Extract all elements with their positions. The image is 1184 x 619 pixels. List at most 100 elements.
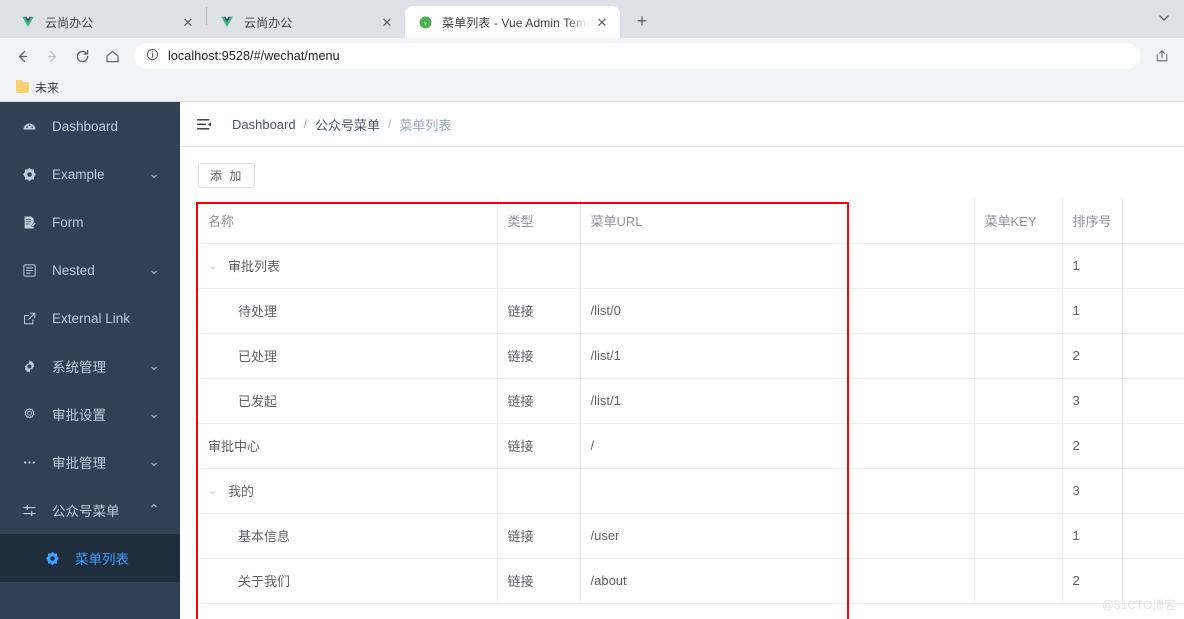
add-button[interactable]: 添 加 xyxy=(198,163,256,188)
cell-menu-url: / xyxy=(580,423,851,469)
cell-name-label: 待处理 xyxy=(238,304,278,319)
cell-name: 基本信息 xyxy=(198,513,498,559)
bookmark-item[interactable]: 未来 xyxy=(10,76,65,99)
breadcrumb-item-dashboard[interactable]: Dashboard xyxy=(232,117,296,132)
browser-tab-3-close-icon[interactable]: ✕ xyxy=(594,14,610,30)
folder-icon xyxy=(16,80,29,93)
sidebar-item-menu-list[interactable]: 菜单列表 xyxy=(0,534,180,582)
page-content: 添 加 名称 类型 菜单URL 菜单KEY 排序号 ⌄ 审批列表 1 待处理 链… xyxy=(180,147,1184,619)
address-bar[interactable]: localhost:9528/#/wechat/menu xyxy=(134,43,1140,69)
cell-menu-key xyxy=(974,288,1063,334)
sidebar-item-example[interactable]: Example ⌄ xyxy=(0,150,180,198)
cell-type: 链接 xyxy=(497,288,581,334)
cell-name: 已处理 xyxy=(198,333,498,379)
chevron-down-icon[interactable] xyxy=(1152,6,1176,30)
cell-actions xyxy=(1122,513,1184,559)
new-tab-button[interactable]: + xyxy=(628,7,656,35)
table-row[interactable]: ⌄ 我的 3 xyxy=(198,468,1184,514)
chevron-down-icon: ⌄ xyxy=(148,454,160,469)
sidebar-item-system-management[interactable]: 系统管理 ⌄ xyxy=(0,342,180,390)
cell-type: 链接 xyxy=(497,513,581,559)
cell-sort-order: 1 xyxy=(1062,288,1123,334)
breadcrumb-separator: / xyxy=(387,117,392,131)
bookmarks-bar: 未来 xyxy=(0,74,1184,102)
browser-tab-3[interactable]: v 菜单列表 - Vue Admin Templat ✕ xyxy=(405,6,620,38)
component-icon xyxy=(43,551,61,566)
dashboard-icon xyxy=(20,119,38,134)
sidebar-item-form[interactable]: Form xyxy=(0,198,180,246)
cell-menu-url xyxy=(580,468,851,514)
chevron-down-icon[interactable]: ⌄ xyxy=(208,484,220,497)
column-header-sort-order: 排序号 xyxy=(1062,198,1123,244)
sidebar-item-nested-label: Nested xyxy=(52,262,95,278)
gear-icon xyxy=(20,359,38,374)
browser-tab-3-title: 菜单列表 - Vue Admin Templat xyxy=(442,15,588,30)
sidebar-item-approval-settings[interactable]: 审批设置 ⌄ xyxy=(0,390,180,438)
browser-tab-2[interactable]: 云尚办公 ✕ xyxy=(207,6,405,38)
chevron-down-icon: ⌄ xyxy=(148,358,160,373)
external-link-icon xyxy=(20,311,38,326)
sidebar-item-menu-list-label: 菜单列表 xyxy=(75,552,129,567)
cell-name-label: 基本信息 xyxy=(238,529,291,544)
sidebar-item-external-link[interactable]: External Link xyxy=(0,294,180,342)
cell-menu-url: /user xyxy=(580,513,851,559)
browser-tab-strip: 云尚办公 ✕ 云尚办公 ✕ v 菜单列表 - Vue Admin Templat… xyxy=(0,0,1184,38)
cell-menu-key xyxy=(974,468,1063,514)
cell-menu-url: /about xyxy=(580,558,851,604)
cell-spacer xyxy=(850,468,975,514)
back-button[interactable] xyxy=(8,42,36,70)
column-header-actions xyxy=(1122,198,1184,244)
cell-name-label: 已处理 xyxy=(238,349,278,364)
table-row[interactable]: 关于我们 链接 /about 2 xyxy=(198,558,1184,604)
cell-actions xyxy=(1122,378,1184,424)
cell-name-label: 已发起 xyxy=(238,394,278,409)
home-button[interactable] xyxy=(98,42,126,70)
sidebar-item-dashboard[interactable]: Dashboard xyxy=(0,102,180,150)
forward-button[interactable] xyxy=(38,42,66,70)
vue-logo-icon xyxy=(219,14,235,30)
table-row[interactable]: 已发起 链接 /list/1 3 xyxy=(198,378,1184,424)
reload-button[interactable] xyxy=(68,42,96,70)
page-viewport: Dashboard Example ⌄ Form Nested ⌄ Extern… xyxy=(0,102,1184,619)
main-content: Dashboard / 公众号菜单 / 菜单列表 添 加 名称 类型 菜单URL… xyxy=(180,102,1184,619)
sidebar-item-external-link-label: External Link xyxy=(52,310,131,326)
share-icon[interactable] xyxy=(1148,42,1176,70)
breadcrumb-item-official-account-menu[interactable]: 公众号菜单 xyxy=(315,115,380,134)
table-row[interactable]: 待处理 链接 /list/0 1 xyxy=(198,288,1184,334)
browser-tab-2-close-icon[interactable]: ✕ xyxy=(379,14,395,30)
top-navbar: Dashboard / 公众号菜单 / 菜单列表 xyxy=(180,102,1184,147)
hamburger-collapse-icon[interactable] xyxy=(194,114,214,134)
bookmark-item-label: 未来 xyxy=(35,81,60,95)
cell-actions xyxy=(1122,333,1184,379)
sidebar-item-approval-management[interactable]: 审批管理 ⌄ xyxy=(0,438,180,486)
cell-name: 关于我们 xyxy=(198,558,498,604)
browser-tab-1[interactable]: 云尚办公 ✕ xyxy=(8,6,206,38)
cell-type: 链接 xyxy=(497,423,581,469)
table-row[interactable]: ⌄ 审批列表 1 xyxy=(198,243,1184,289)
browser-toolbar: localhost:9528/#/wechat/menu xyxy=(0,38,1184,74)
cell-menu-key xyxy=(974,378,1063,424)
vue-logo-icon xyxy=(20,14,36,30)
sidebar-item-approval-settings-label: 审批设置 xyxy=(52,408,106,423)
table-row[interactable]: 审批中心 链接 / 2 xyxy=(198,423,1184,469)
table-row[interactable]: 已处理 链接 /list/1 2 xyxy=(198,333,1184,379)
page-info-icon[interactable] xyxy=(146,48,159,64)
component-icon xyxy=(20,167,38,182)
cell-spacer xyxy=(850,378,975,424)
browser-tab-1-close-icon[interactable]: ✕ xyxy=(180,14,196,30)
sidebar: Dashboard Example ⌄ Form Nested ⌄ Extern… xyxy=(0,102,180,619)
sidebar-item-nested[interactable]: Nested ⌄ xyxy=(0,246,180,294)
sidebar-item-official-account-menu[interactable]: 公众号菜单 ⌃ xyxy=(0,486,180,534)
sidebar-item-system-management-label: 系统管理 xyxy=(52,360,106,375)
breadcrumb: Dashboard / 公众号菜单 / 菜单列表 xyxy=(232,115,451,134)
chevron-down-icon[interactable]: ⌄ xyxy=(208,259,220,272)
vue-admin-icon: v xyxy=(417,14,433,30)
cell-name: ⌄ 我的 xyxy=(198,468,498,514)
settings-outline-icon xyxy=(20,407,38,422)
cell-menu-url: /list/0 xyxy=(580,288,851,334)
cell-sort-order: 2 xyxy=(1062,423,1123,469)
sidebar-item-example-label: Example xyxy=(52,166,105,182)
table-row[interactable]: 基本信息 链接 /user 1 xyxy=(198,513,1184,559)
browser-tab-2-title: 云尚办公 xyxy=(244,15,293,30)
svg-text:v: v xyxy=(424,19,427,26)
